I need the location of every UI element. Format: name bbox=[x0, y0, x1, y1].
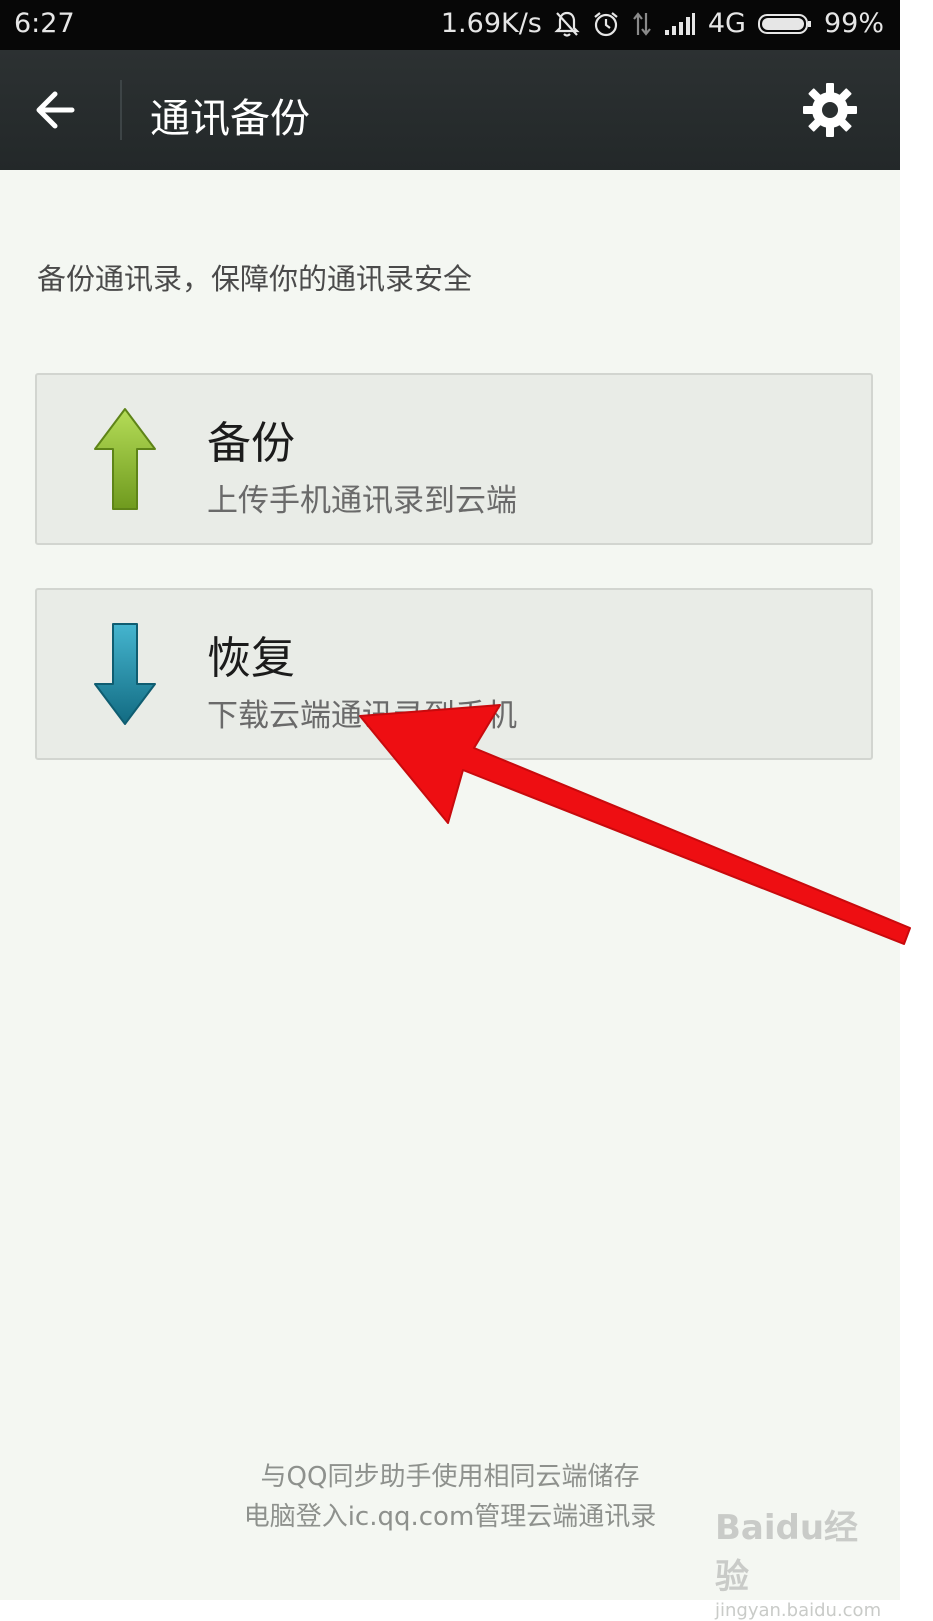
signal-icon bbox=[664, 12, 696, 36]
status-right: 1.69K/s 4G 99% bbox=[441, 8, 884, 39]
network-type: 4G bbox=[707, 8, 746, 39]
net-speed: 1.69K/s bbox=[440, 8, 542, 39]
bell-off-icon bbox=[554, 10, 580, 38]
footer-line-1: 与QQ同步助手使用相同云端储存 bbox=[260, 1462, 640, 1492]
alarm-icon bbox=[592, 10, 620, 38]
backup-button[interactable]: 备份 上传手机通讯录到云端 bbox=[35, 373, 873, 545]
watermark-line-1: Baidu经验 bbox=[715, 1508, 859, 1597]
battery-icon bbox=[757, 13, 812, 35]
gear-icon[interactable] bbox=[800, 80, 860, 140]
app-bar-divider bbox=[120, 80, 122, 140]
restore-button[interactable]: 恢复 下载云端通讯录到手机 bbox=[35, 588, 873, 760]
status-bar: 6:27 1.69K/s 4G 99% bbox=[0, 0, 900, 50]
backup-description: 备份通讯录，保障你的通讯录安全 bbox=[37, 262, 473, 296]
backup-title: 备份 bbox=[207, 418, 295, 469]
status-time: 6:27 bbox=[14, 8, 75, 39]
battery-level: 99% bbox=[823, 8, 884, 39]
back-arrow-icon[interactable] bbox=[28, 82, 90, 138]
up-arrow-icon bbox=[91, 405, 159, 515]
down-arrow-icon bbox=[91, 620, 159, 730]
backup-subtitle: 上传手机通讯录到云端 bbox=[207, 483, 517, 519]
page-title: 通讯备份 bbox=[150, 96, 310, 142]
restore-subtitle: 下载云端通讯录到手机 bbox=[207, 698, 517, 734]
watermark: Baidu经验 jingyan.baidu.com bbox=[715, 1500, 890, 1621]
phone-screen: 6:27 1.69K/s 4G 99% 通讯备份 备份通讯录，保障你的通讯录安全… bbox=[0, 0, 900, 1600]
watermark-line-2: jingyan.baidu.com bbox=[715, 1600, 882, 1621]
restore-title: 恢复 bbox=[207, 633, 295, 684]
app-bar: 通讯备份 bbox=[0, 50, 900, 170]
data-arrows-icon bbox=[632, 10, 652, 38]
